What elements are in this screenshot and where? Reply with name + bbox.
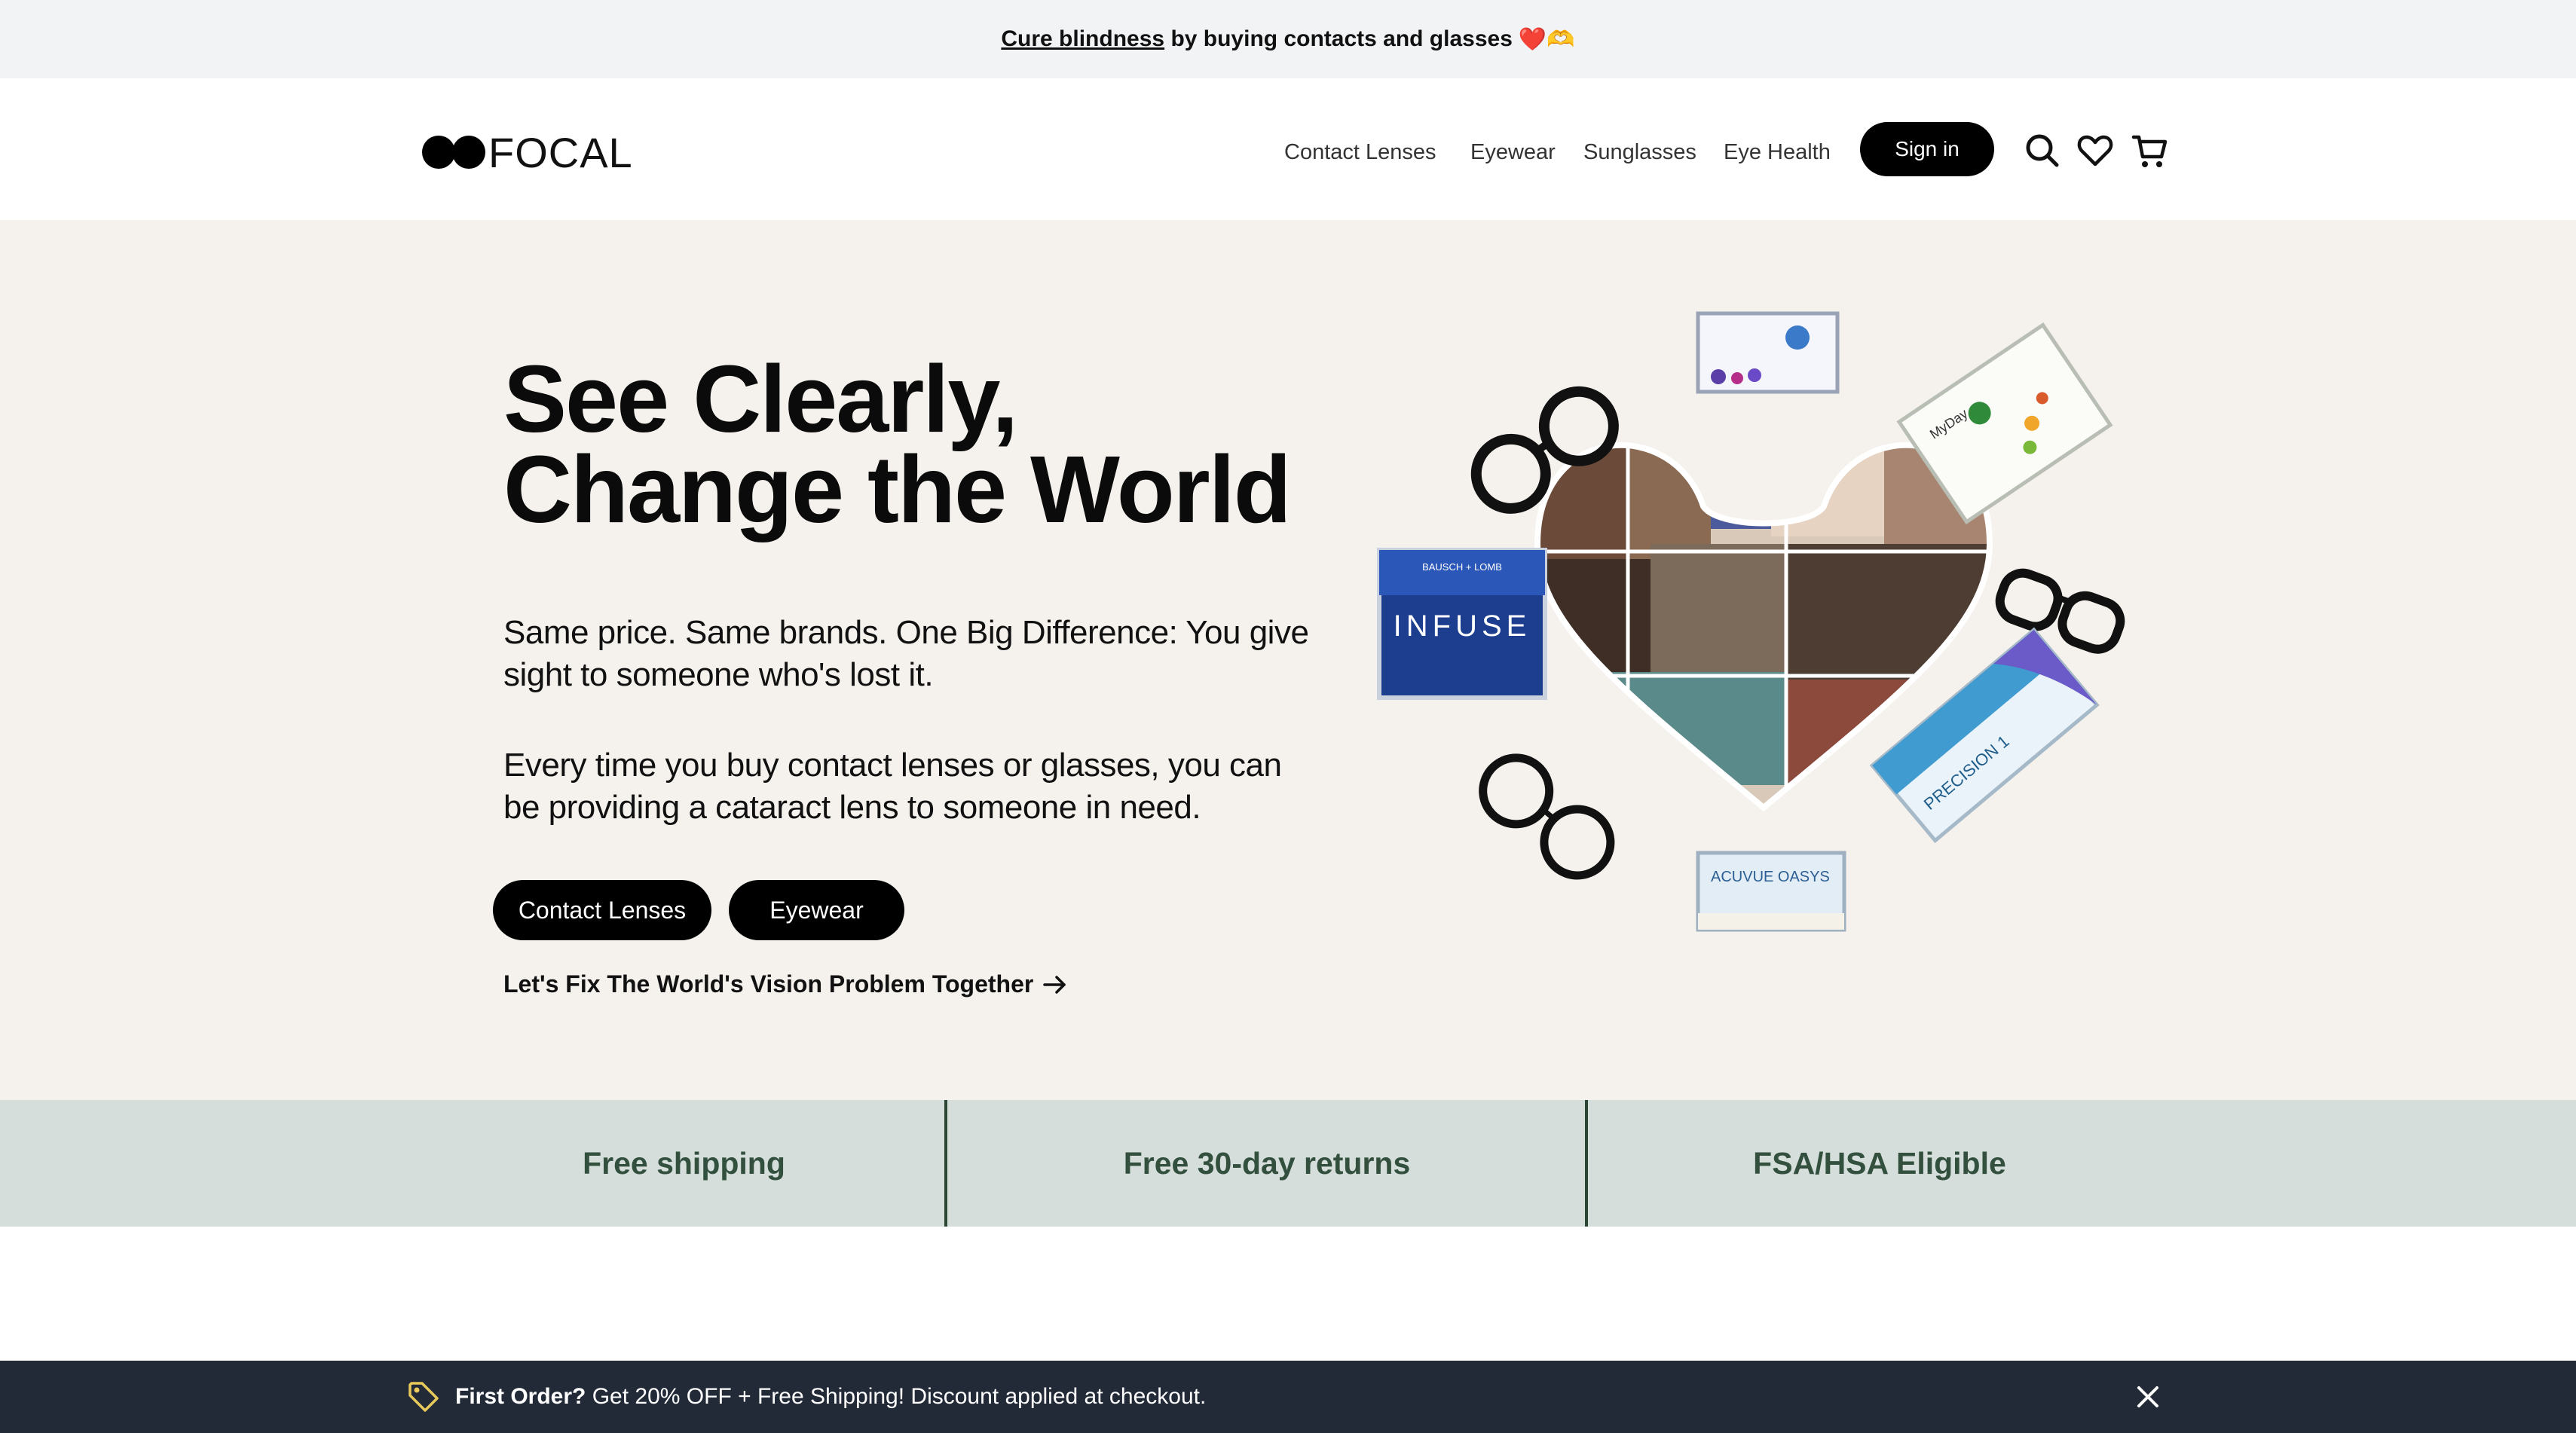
glasses-wire-bottom xyxy=(1479,753,1615,880)
search-icon[interactable] xyxy=(2024,131,2060,170)
heart-icon[interactable] xyxy=(2077,131,2113,170)
heart-hands-emoji: ❤️🫶 xyxy=(1518,26,1575,52)
arrow-right-icon xyxy=(1043,975,1066,994)
hero-illustration: BAUSCH + LOMB INFUSE MyDay PRECISION 1 A… xyxy=(1377,311,2125,932)
acuvue-label: ACUVUE OASYS xyxy=(1711,869,1830,885)
announcement-bar: Cure blindness by buying contacts and gl… xyxy=(0,0,2576,78)
coopervision-box-top xyxy=(1696,311,1840,394)
promo-bold: First Order? xyxy=(455,1384,586,1409)
close-icon[interactable] xyxy=(2133,1382,2163,1412)
announcement-text: by buying contacts and glasses xyxy=(1170,26,1513,51)
hero-paragraph-1: Same price. Same brands. One Big Differe… xyxy=(503,614,1309,693)
fix-vision-link-label: Let's Fix The World's Vision Problem Tog… xyxy=(503,970,1034,998)
site-header: FOCAL Contact Lenses Eyewear Sunglasses … xyxy=(0,78,2576,222)
tag-icon xyxy=(408,1382,439,1412)
hero-paragraph-2: Every time you buy contact lenses or gla… xyxy=(503,747,1282,826)
features-bar: Free shipping Free 30-day returns FSA/HS… xyxy=(0,1100,2576,1227)
hero-title-line2: Change the World xyxy=(503,436,1292,542)
promo-detail: Get 20% OFF + Free Shipping! Discount ap… xyxy=(592,1384,1207,1409)
hero-section: See Clearly, Change the World Same price… xyxy=(0,220,2576,1100)
nav-sunglasses[interactable]: Sunglasses xyxy=(1583,134,1696,170)
glasses-black-right xyxy=(1995,568,2125,654)
sign-in-button[interactable]: Sign in xyxy=(1860,122,1994,176)
hero-title: See Clearly, Change the World xyxy=(503,352,1292,537)
nav-eye-health[interactable]: Eye Health xyxy=(1724,134,1831,170)
first-order-promo-bar: First Order? Get 20% OFF + Free Shipping… xyxy=(0,1361,2576,1433)
nav-contact-lenses[interactable]: Contact Lenses xyxy=(1284,134,1436,170)
cure-blindness-link[interactable]: Cure blindness xyxy=(1001,26,1164,52)
cart-icon[interactable] xyxy=(2131,131,2168,170)
logo-circle-right xyxy=(452,136,485,169)
infuse-brand: BAUSCH + LOMB xyxy=(1422,561,1502,573)
acuvue-oasys-box: ACUVUE OASYS xyxy=(1696,851,1846,932)
infuse-name: INFUSE xyxy=(1394,610,1531,643)
promo-text: First Order? Get 20% OFF + Free Shipping… xyxy=(455,1361,1206,1433)
eyewear-button[interactable]: Eyewear xyxy=(729,880,904,940)
nav-eyewear[interactable]: Eyewear xyxy=(1470,134,1556,170)
infuse-contacts-box: BAUSCH + LOMB INFUSE xyxy=(1377,548,1547,700)
contact-lenses-button[interactable]: Contact Lenses xyxy=(493,880,711,940)
focal-logo[interactable]: FOCAL xyxy=(422,129,633,176)
fix-vision-link[interactable]: Let's Fix The World's Vision Problem Tog… xyxy=(503,970,1068,998)
feature-fsa-hsa: FSA/HSA Eligible xyxy=(1753,1145,2006,1181)
feature-free-shipping: Free shipping xyxy=(583,1145,785,1181)
logo-circle-left xyxy=(422,136,455,169)
feature-free-returns: Free 30-day returns xyxy=(1123,1145,1411,1181)
logo-text: FOCAL xyxy=(488,128,633,176)
